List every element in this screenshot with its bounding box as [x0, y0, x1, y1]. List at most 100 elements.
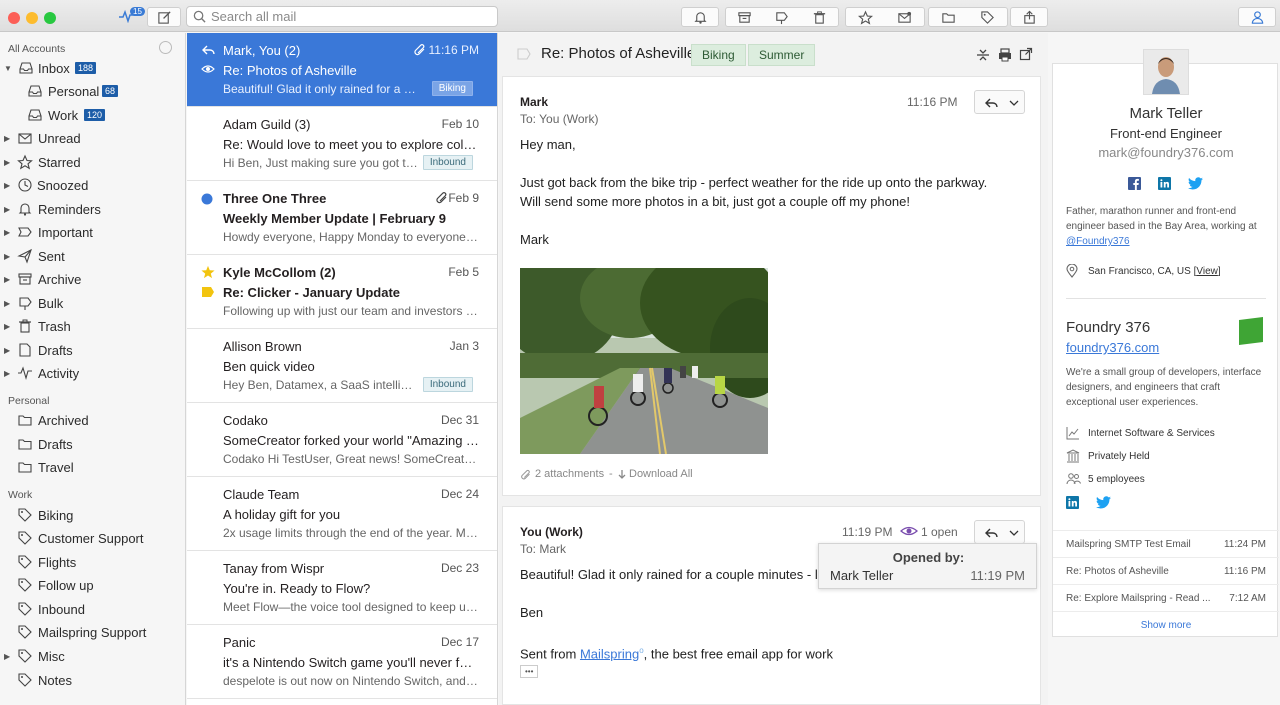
- list-item[interactable]: Tanay from Wispr Dec 23 You're in. Ready…: [187, 551, 497, 625]
- sidebar-item-biking[interactable]: Biking: [0, 504, 185, 526]
- linkedin-icon[interactable]: [1066, 496, 1079, 509]
- chevron-down-icon[interactable]: ▼: [4, 64, 12, 73]
- twitter-icon[interactable]: [1096, 496, 1111, 509]
- minimize-window-button[interactable]: [26, 12, 38, 24]
- label-chip-summer[interactable]: Summer: [748, 44, 816, 66]
- close-window-button[interactable]: [8, 12, 20, 24]
- chevron-right-icon[interactable]: ▶: [4, 369, 10, 378]
- location-view-link[interactable]: View: [1196, 266, 1218, 277]
- important-icon[interactable]: [201, 286, 215, 300]
- sidebar-item-archived[interactable]: Archived: [0, 409, 185, 431]
- sidebar-item-personal-drafts[interactable]: Drafts: [0, 433, 185, 455]
- thread-title: Re: Photos of Asheville: [541, 45, 696, 62]
- search-input[interactable]: [211, 9, 491, 24]
- zoom-window-button[interactable]: [44, 12, 56, 24]
- sidebar-item-flights[interactable]: Flights: [0, 551, 185, 573]
- unread-dot-icon[interactable]: [201, 193, 215, 207]
- chevron-right-icon[interactable]: ▶: [4, 299, 10, 308]
- related-thread-item[interactable]: Mailspring SMTP Test Email 11:24 PM: [1053, 530, 1279, 557]
- list-item[interactable]: Panic Dec 17 it's a Nintendo Switch game…: [187, 625, 497, 699]
- star-icon[interactable]: [201, 265, 215, 279]
- related-thread-item[interactable]: Re: Explore Mailspring - Read ... 7:12 A…: [1053, 584, 1279, 611]
- sidebar-item-trash[interactable]: ▶ Trash: [0, 315, 185, 337]
- bio-handle-link[interactable]: @Foundry376: [1066, 236, 1130, 247]
- sidebar-item-unread[interactable]: ▶ Unread: [0, 127, 185, 149]
- eye-icon[interactable]: [900, 524, 918, 538]
- important-icon[interactable]: [517, 48, 531, 60]
- sidebar-item-drafts[interactable]: ▶ Drafts: [0, 339, 185, 361]
- twitter-icon[interactable]: [1188, 177, 1203, 190]
- archive-icon[interactable]: [737, 10, 752, 25]
- open-count[interactable]: 1 open: [921, 525, 958, 539]
- print-icon[interactable]: [997, 47, 1013, 63]
- sidebar-item-activity[interactable]: ▶ Activity: [0, 362, 185, 384]
- star-icon[interactable]: [858, 9, 873, 25]
- chevron-right-icon[interactable]: ▶: [4, 205, 10, 214]
- move-to-folder-icon[interactable]: [941, 10, 956, 25]
- list-item[interactable]: Three One Three Feb 9 Weekly Member Upda…: [187, 181, 497, 255]
- sidebar-item-archive[interactable]: ▶ Archive: [0, 268, 185, 290]
- contact-sidebar-toggle[interactable]: [1238, 7, 1276, 27]
- mark-unread-icon[interactable]: [897, 10, 912, 25]
- related-thread-item[interactable]: Re: Photos of Asheville 11:16 PM: [1053, 557, 1279, 584]
- chevron-right-icon[interactable]: ▶: [4, 181, 10, 190]
- show-quoted-button[interactable]: •••: [520, 665, 539, 678]
- sidebar-item-customer-support[interactable]: Customer Support: [0, 527, 185, 549]
- chevron-down-icon[interactable]: [1009, 526, 1019, 540]
- facebook-icon[interactable]: [1128, 177, 1141, 190]
- popout-icon[interactable]: [1019, 47, 1033, 61]
- sidebar-item-snoozed[interactable]: ▶ Snoozed: [0, 174, 185, 196]
- list-item[interactable]: Kyle McCollom (2) Feb 5 Re: Clicker - Ja…: [187, 255, 497, 329]
- list-item[interactable]: Codako Dec 31 SomeCreator forked your wo…: [187, 403, 497, 477]
- chevron-right-icon[interactable]: ▶: [4, 158, 10, 167]
- list-item[interactable]: Allison Brown Jan 3 Ben quick video Hey …: [187, 329, 497, 403]
- tag-icon[interactable]: [980, 10, 995, 25]
- search-field[interactable]: [186, 6, 498, 27]
- compose-button[interactable]: [147, 7, 181, 27]
- chevron-right-icon[interactable]: ▶: [4, 275, 10, 284]
- sidebar-item-sent[interactable]: ▶ Sent: [0, 245, 185, 267]
- sidebar-item-inbox-work[interactable]: Work 120: [0, 104, 185, 126]
- sidebar-item-inbound[interactable]: Inbound: [0, 598, 185, 620]
- list-item[interactable]: Mark, You (2) 11:16 PM Re: Photos of Ash…: [187, 33, 497, 107]
- chevron-right-icon[interactable]: ▶: [4, 228, 10, 237]
- message-recipients[interactable]: To: You (Work): [520, 112, 598, 126]
- reply-button[interactable]: [974, 520, 1025, 544]
- company-url-link[interactable]: foundry376.com: [1066, 340, 1159, 355]
- chevron-down-icon[interactable]: [1009, 96, 1019, 110]
- download-all-link[interactable]: Download All: [629, 468, 693, 480]
- sidebar-item-bulk[interactable]: ▶ Bulk: [0, 292, 185, 314]
- list-item[interactable]: Claude Team Dec 24 A holiday gift for yo…: [187, 477, 497, 551]
- show-more-link[interactable]: Show more: [1053, 620, 1279, 631]
- chevron-right-icon[interactable]: ▶: [4, 134, 10, 143]
- collapse-icon[interactable]: [159, 41, 172, 54]
- sidebar-item-misc[interactable]: ▶ Misc: [0, 645, 185, 667]
- sidebar-item-inbox-personal[interactable]: Personal 68: [0, 80, 185, 102]
- move-to-label-icon[interactable]: [774, 10, 789, 25]
- sidebar-item-starred[interactable]: ▶ Starred: [0, 151, 185, 173]
- share-button[interactable]: [1010, 7, 1048, 27]
- list-item[interactable]: Adam Guild (3) Feb 10 Re: Would love to …: [187, 107, 497, 181]
- reply-button[interactable]: [974, 90, 1025, 114]
- sidebar-item-follow-up[interactable]: Follow up: [0, 574, 185, 596]
- chevron-right-icon[interactable]: ▶: [4, 652, 10, 661]
- bio-text: Father, marathon runner and front-end en…: [1066, 206, 1257, 232]
- chevron-right-icon[interactable]: ▶: [4, 322, 10, 331]
- chevron-right-icon[interactable]: ▶: [4, 346, 10, 355]
- message-recipients[interactable]: To: Mark: [520, 542, 566, 556]
- sidebar-item-notes[interactable]: Notes: [0, 669, 185, 691]
- trash-icon[interactable]: [812, 10, 827, 25]
- attachment-image[interactable]: [520, 268, 768, 454]
- label-chip-biking[interactable]: Biking: [691, 44, 746, 66]
- contact-email[interactable]: mark@foundry376.com: [1053, 145, 1279, 160]
- expand-all-icon[interactable]: [975, 47, 991, 63]
- sidebar-item-reminders[interactable]: ▶ Reminders: [0, 198, 185, 220]
- sidebar-item-mailspring-support[interactable]: Mailspring Support: [0, 621, 185, 643]
- sidebar-item-travel[interactable]: Travel: [0, 456, 185, 478]
- linkedin-icon[interactable]: [1158, 177, 1171, 190]
- reminder-button[interactable]: [681, 7, 719, 27]
- sidebar-item-inbox[interactable]: ▼ Inbox 188: [0, 57, 185, 79]
- mailspring-link[interactable]: Mailspring: [580, 646, 639, 661]
- sidebar-item-important[interactable]: ▶ Important: [0, 221, 185, 243]
- chevron-right-icon[interactable]: ▶: [4, 252, 10, 261]
